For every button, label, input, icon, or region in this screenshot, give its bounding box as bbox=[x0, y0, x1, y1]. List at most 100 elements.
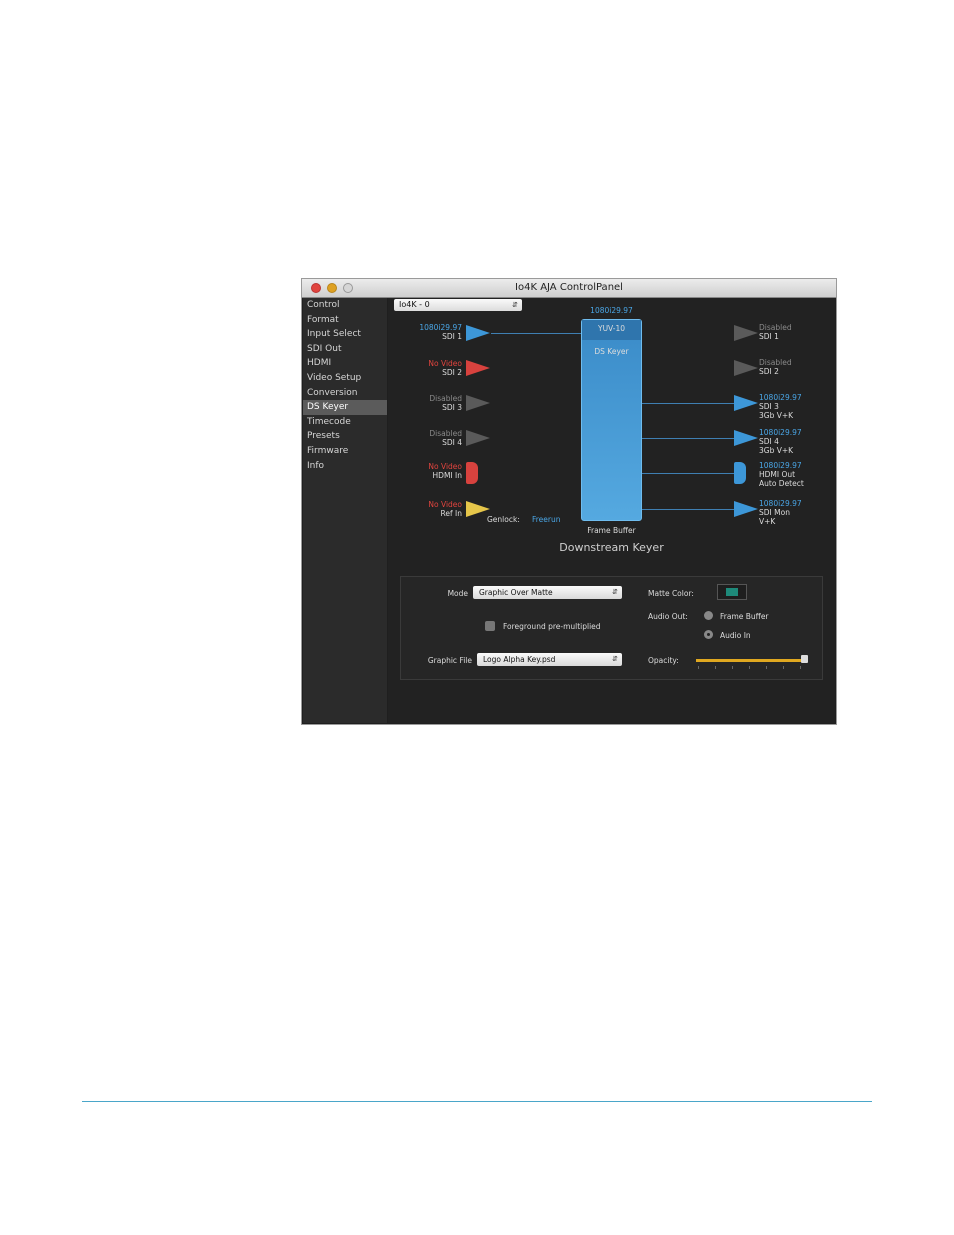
signal-line bbox=[491, 333, 581, 334]
fg-premult-label: Foreground pre-multiplied bbox=[503, 622, 601, 631]
output-sdi3-name: SDI 3 bbox=[759, 402, 779, 411]
mode-select[interactable]: Graphic Over Matte ⇵ bbox=[473, 586, 622, 599]
audio-out-audio-in-label: Audio In bbox=[720, 631, 751, 640]
graphic-file-value: Logo Alpha Key.psd bbox=[483, 655, 556, 664]
sidebar-item-conversion[interactable]: Conversion bbox=[303, 386, 387, 401]
frame-buffer-mode: DS Keyer bbox=[594, 347, 629, 356]
sidebar-item-ds-keyer[interactable]: DS Keyer bbox=[303, 400, 387, 415]
signal-line bbox=[642, 438, 734, 439]
output-sdi2-status: Disabled bbox=[759, 358, 792, 367]
input-sdi1-status: 1080i29.97 bbox=[419, 323, 462, 332]
audio-out-frame-buffer-label: Frame Buffer bbox=[720, 612, 769, 621]
frame-buffer-format: 1080i29.97 bbox=[590, 306, 633, 315]
opacity-slider-thumb[interactable] bbox=[801, 655, 808, 663]
slider-tick bbox=[783, 666, 784, 669]
output-sdi4-detail: 3Gb V+K bbox=[759, 446, 794, 455]
input-sdi3-name: SDI 3 bbox=[442, 403, 462, 412]
audio-out-frame-buffer-radio[interactable] bbox=[704, 611, 713, 620]
slider-tick bbox=[766, 666, 767, 669]
keyer-settings-panel: Mode Graphic Over Matte ⇵ Foreground pre… bbox=[400, 576, 823, 680]
updown-icon: ⇵ bbox=[612, 588, 618, 596]
updown-icon: ⇵ bbox=[512, 301, 518, 309]
input-sdi2-icon[interactable] bbox=[466, 360, 490, 376]
signal-line bbox=[642, 473, 734, 474]
output-sdi4-name: SDI 4 bbox=[759, 437, 779, 446]
output-sdi-mon-status: 1080i29.97 bbox=[759, 499, 802, 508]
graphic-file-label: Graphic File bbox=[427, 656, 472, 665]
matte-color-fill bbox=[726, 588, 738, 596]
signal-line bbox=[642, 403, 734, 404]
sidebar: Control Format Input Select SDI Out HDMI… bbox=[303, 298, 387, 723]
output-sdi3-status: 1080i29.97 bbox=[759, 393, 802, 402]
sidebar-item-hdmi[interactable]: HDMI bbox=[303, 356, 387, 371]
opacity-label: Opacity: bbox=[648, 656, 679, 665]
matte-color-label: Matte Color: bbox=[648, 589, 694, 598]
sidebar-item-timecode[interactable]: Timecode bbox=[303, 415, 387, 430]
genlock-label: Genlock: bbox=[487, 515, 520, 524]
output-hdmi-icon[interactable] bbox=[734, 462, 746, 484]
output-sdi4-icon[interactable] bbox=[734, 430, 758, 446]
frame-buffer-pixel-format: YUV-10 bbox=[597, 324, 625, 333]
input-sdi4-icon[interactable] bbox=[466, 430, 490, 446]
window-title: Io4K AJA ControlPanel bbox=[515, 282, 623, 293]
input-sdi4-status: Disabled bbox=[429, 429, 462, 438]
output-sdi3-detail: 3Gb V+K bbox=[759, 411, 794, 420]
frame-buffer-label: Frame Buffer bbox=[587, 526, 636, 535]
output-sdi2-name: SDI 2 bbox=[759, 367, 779, 376]
sidebar-item-info[interactable]: Info bbox=[303, 459, 387, 474]
footer-divider bbox=[82, 1101, 872, 1102]
main-panel: Io4K - 0 ⇵ 1080i29.97 SDI 1 No Video SDI… bbox=[388, 298, 835, 723]
output-sdi3-icon[interactable] bbox=[734, 395, 758, 411]
genlock-value: Freerun bbox=[532, 515, 561, 524]
fg-premult-checkbox[interactable] bbox=[485, 621, 495, 631]
input-sdi1-icon[interactable] bbox=[466, 325, 490, 341]
title-bar: Io4K AJA ControlPanel bbox=[302, 279, 836, 298]
graphic-file-select[interactable]: Logo Alpha Key.psd ⇵ bbox=[477, 653, 622, 666]
sidebar-item-firmware[interactable]: Firmware bbox=[303, 444, 387, 459]
input-hdmi-name: HDMI In bbox=[432, 471, 462, 480]
input-sdi3-status: Disabled bbox=[429, 394, 462, 403]
output-sdi-mon-detail: V+K bbox=[759, 517, 776, 526]
output-sdi1-name: SDI 1 bbox=[759, 332, 779, 341]
output-hdmi-status: 1080i29.97 bbox=[759, 461, 802, 470]
frame-buffer-block[interactable]: YUV-10 DS Keyer bbox=[581, 319, 642, 521]
app-window: Io4K AJA ControlPanel Control Format Inp… bbox=[301, 278, 837, 725]
input-ref-name: Ref In bbox=[440, 509, 462, 518]
output-sdi1-status: Disabled bbox=[759, 323, 792, 332]
mode-label: Mode bbox=[447, 589, 468, 598]
output-sdi2-icon[interactable] bbox=[734, 360, 758, 376]
audio-out-label: Audio Out: bbox=[648, 612, 688, 621]
output-sdi-mon-name: SDI Mon bbox=[759, 508, 790, 517]
slider-tick bbox=[800, 666, 801, 669]
input-hdmi-status: No Video bbox=[428, 462, 462, 471]
sidebar-item-control[interactable]: Control bbox=[303, 298, 387, 313]
output-sdi-mon-icon[interactable] bbox=[734, 501, 758, 517]
sidebar-item-format[interactable]: Format bbox=[303, 313, 387, 328]
input-sdi4-name: SDI 4 bbox=[442, 438, 462, 447]
signal-line bbox=[642, 509, 734, 510]
matte-color-swatch[interactable] bbox=[717, 584, 747, 600]
sidebar-item-video-setup[interactable]: Video Setup bbox=[303, 371, 387, 386]
opacity-slider-track[interactable] bbox=[696, 659, 804, 662]
audio-out-audio-in-radio[interactable] bbox=[704, 630, 713, 639]
slider-tick bbox=[698, 666, 699, 669]
slider-tick bbox=[749, 666, 750, 669]
device-select-value: Io4K - 0 bbox=[399, 300, 430, 309]
input-hdmi-icon[interactable] bbox=[466, 462, 478, 484]
slider-tick bbox=[732, 666, 733, 669]
input-sdi2-status: No Video bbox=[428, 359, 462, 368]
output-hdmi-name: HDMI Out bbox=[759, 470, 796, 479]
sidebar-item-sdi-out[interactable]: SDI Out bbox=[303, 342, 387, 357]
slider-tick bbox=[715, 666, 716, 669]
device-select[interactable]: Io4K - 0 ⇵ bbox=[394, 299, 522, 311]
input-ref-status: No Video bbox=[428, 500, 462, 509]
input-sdi3-icon[interactable] bbox=[466, 395, 490, 411]
output-sdi4-status: 1080i29.97 bbox=[759, 428, 802, 437]
sidebar-item-presets[interactable]: Presets bbox=[303, 429, 387, 444]
section-title: Downstream Keyer bbox=[559, 541, 664, 554]
mode-select-value: Graphic Over Matte bbox=[479, 588, 553, 597]
sidebar-item-input-select[interactable]: Input Select bbox=[303, 327, 387, 342]
output-hdmi-detail: Auto Detect bbox=[759, 479, 804, 488]
updown-icon: ⇵ bbox=[612, 655, 618, 663]
output-sdi1-icon[interactable] bbox=[734, 325, 758, 341]
